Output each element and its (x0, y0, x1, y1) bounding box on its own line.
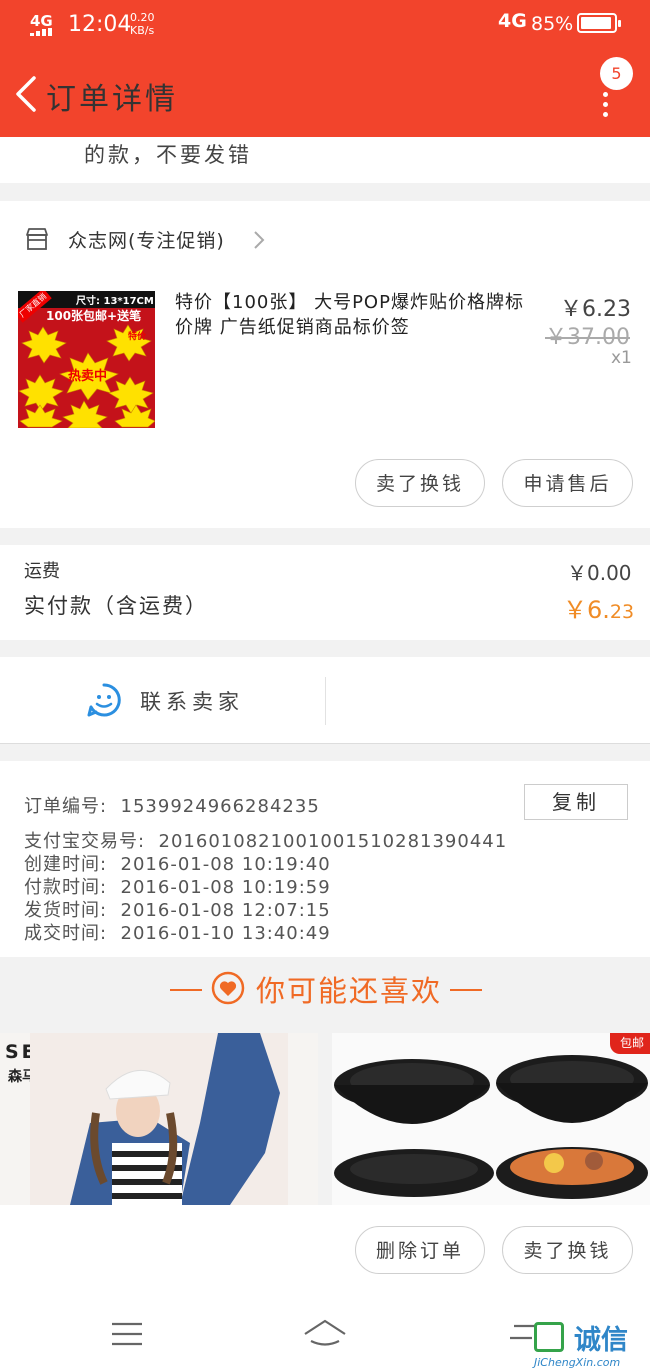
contact-seller-button[interactable]: 联系卖家 (140, 686, 244, 716)
sell-for-cash-button[interactable]: 卖了换钱 (355, 459, 485, 507)
recommend-title: 你可能还喜欢 (256, 974, 443, 1008)
chat-face-icon[interactable] (86, 682, 122, 718)
paid-label: 实付款（含运费） (24, 594, 208, 618)
copy-button[interactable]: 复制 (524, 784, 628, 820)
divider (450, 989, 482, 991)
signal-bars-icon (30, 28, 52, 36)
chevron-right-icon[interactable] (252, 230, 266, 250)
menu-icon[interactable] (112, 1322, 142, 1346)
sell-for-cash-button[interactable]: 卖了换钱 (502, 1226, 633, 1274)
recommended-product-image[interactable]: SEMIR 森马 (0, 1033, 318, 1205)
watermark: 诚信 JiChengXin.com (534, 1322, 646, 1370)
after-sale-button[interactable]: 申请售后 (502, 459, 633, 507)
battery-icon (577, 13, 621, 33)
delete-order-button[interactable]: 删除订单 (355, 1226, 485, 1274)
shipping-label: 运费 (24, 561, 60, 582)
done-time-row: 成交时间: 2016-01-10 13:40:49 (24, 923, 331, 944)
status-bar: 4G 12:04 0.20 KB/s 4G 85% (0, 0, 650, 50)
shop-name[interactable]: 众志网(专注促销) (68, 226, 225, 253)
battery-percent: 85% (531, 13, 574, 35)
product-quantity: x1 (611, 348, 632, 368)
order-number-row: 订单编号: 1539924966284235 (24, 796, 320, 817)
clock: 12:04 (68, 12, 132, 37)
net-speed: 0.20 KB/s (130, 11, 155, 37)
home-icon[interactable] (303, 1318, 347, 1348)
divider (325, 677, 326, 725)
product-title[interactable]: 特价【100张】 大号POP爆炸贴价格牌标价牌 广告纸促销商品标价签 (175, 290, 540, 340)
order-note-text: 的款，不要发错 (84, 143, 252, 167)
paid-value: ￥6.23 (563, 596, 635, 624)
page-title: 订单详情 (46, 82, 178, 117)
divider (170, 989, 202, 991)
order-note: 的款，不要发错 (0, 137, 650, 183)
shipping-value: ￥0.00 (567, 561, 632, 585)
product-original-price: ￥37.00 (545, 325, 630, 350)
message-badge[interactable]: 5 (600, 57, 633, 90)
back-arrow-icon[interactable] (12, 76, 40, 112)
more-menu-icon[interactable] (600, 92, 610, 117)
signal-type: 4G (498, 10, 527, 32)
heart-circle-icon (211, 971, 245, 1005)
shop-icon (26, 228, 48, 250)
recommended-product-image[interactable]: 包邮 (332, 1033, 650, 1205)
free-shipping-tag: 包邮 (609, 1033, 650, 1054)
product-image[interactable]: 尺寸: 13*17CM 厂家直销 100张包邮+送笔 热卖中 特价 (18, 291, 155, 428)
